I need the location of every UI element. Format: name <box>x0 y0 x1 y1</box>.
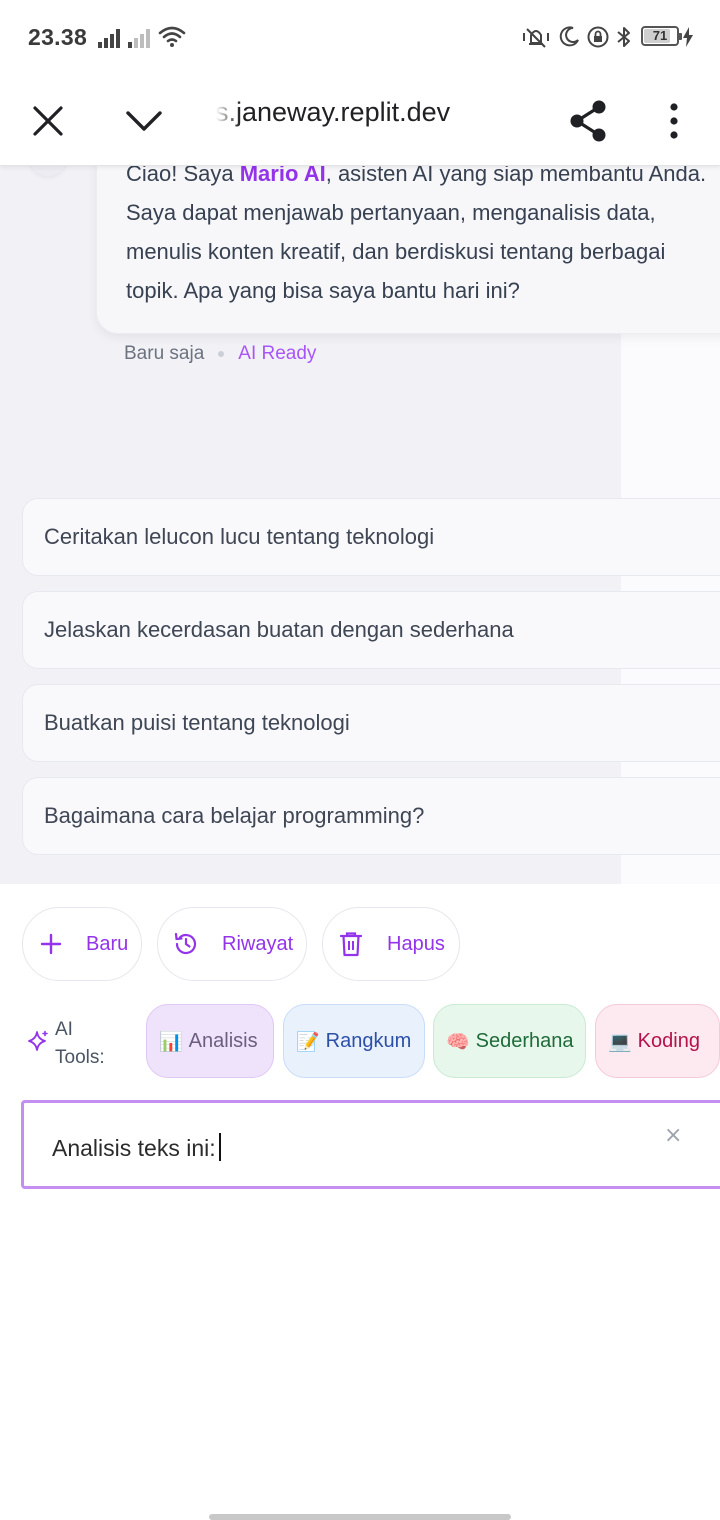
ai-tools-label: AI Tools: <box>55 1019 105 1068</box>
battery-icon: 71 <box>641 26 682 46</box>
ai-message-line-3: menulis konten kreatif, dan berdiskusi t… <box>126 239 666 264</box>
sparkle-icon <box>27 1030 49 1057</box>
bluetooth-icon <box>614 25 634 54</box>
browser-toolbar: s.janeway.replit.dev <box>0 76 720 166</box>
close-icon <box>33 106 63 136</box>
text-caret <box>218 1133 221 1161</box>
tool-chip-label: Koding <box>637 1029 700 1052</box>
wifi-icon <box>158 26 186 53</box>
ai-message-text: Ciao! Saya Mario AI, asisten AI yang sia… <box>126 154 720 310</box>
tool-chip-label: Rangkum <box>325 1029 412 1052</box>
tool-chip-koding[interactable]: 💻 Koding <box>595 1004 720 1078</box>
url-text[interactable]: s.janeway.replit.dev <box>215 94 545 130</box>
message-input[interactable]: Analisis teks ini: × <box>21 1100 720 1189</box>
suggestion-item[interactable]: Ceritakan lelucon lucu tentang teknologi <box>22 498 720 576</box>
charging-icon <box>682 27 694 52</box>
signal-weak-icon <box>128 28 154 53</box>
close-tab-button[interactable] <box>18 91 78 151</box>
brain-emoji-icon: 🧠 <box>446 1030 470 1053</box>
ai-message-line-2: Saya dapat menjawab pertanyaan, menganal… <box>126 200 656 225</box>
trash-icon <box>337 930 365 958</box>
url-fade <box>210 90 240 134</box>
lock-rotation-icon <box>586 25 610 54</box>
moon-icon <box>557 25 581 54</box>
tool-chip-label: Sederhana <box>475 1029 574 1052</box>
history-label: Riwayat <box>222 932 294 955</box>
vibrate-icon <box>521 25 551 54</box>
battery-percent: 71 <box>652 28 668 43</box>
signal-icon <box>98 28 124 53</box>
status-bar: 23.38 71 <box>0 0 720 76</box>
clear-chat-label: Hapus <box>387 932 445 955</box>
clear-chat-button[interactable]: Hapus <box>322 907 460 981</box>
ai-message-line-4: topik. Apa yang bisa saya bantu hari ini… <box>126 278 520 303</box>
tool-chip-label: Analisis <box>188 1029 258 1052</box>
tool-chip-sederhana[interactable]: 🧠 Sederhana <box>433 1004 586 1078</box>
more-options-button[interactable] <box>644 91 704 151</box>
history-button[interactable]: Riwayat <box>157 907 307 981</box>
suggestion-item[interactable]: Jelaskan kecerdasan buatan dengan sederh… <box>22 591 720 669</box>
message-meta: Baru saja AI Ready <box>124 343 316 365</box>
chevron-down-icon <box>126 111 162 131</box>
home-indicator[interactable] <box>209 1514 511 1520</box>
web-page: Ciao! Saya Mario AI, asisten AI yang sia… <box>0 136 720 1520</box>
history-icon <box>172 930 200 958</box>
status-time: 23.38 <box>28 24 88 50</box>
memo-emoji-icon: 📝 <box>296 1030 320 1053</box>
clear-input-button[interactable]: × <box>664 1123 682 1148</box>
tool-chip-analisis[interactable]: 📊 Analisis <box>146 1004 274 1078</box>
ai-status: AI Ready <box>238 343 317 364</box>
app-root: 23.38 71 s.janeway.replit.dev Ciao! Saya… <box>0 0 720 1520</box>
meta-separator <box>218 351 225 357</box>
new-chat-button[interactable]: Baru <box>22 907 142 981</box>
suggestion-item[interactable]: Bagaimana cara belajar programming? <box>22 777 720 855</box>
share-button[interactable] <box>558 91 618 151</box>
plus-icon <box>37 930 65 958</box>
more-vertical-icon <box>670 103 678 139</box>
message-input-value[interactable]: Analisis teks ini: <box>52 1133 221 1162</box>
laptop-emoji-icon: 💻 <box>608 1030 632 1053</box>
chart-emoji-icon: 📊 <box>159 1030 183 1053</box>
message-timestamp: Baru saja <box>124 343 205 364</box>
share-icon <box>570 100 606 142</box>
tool-chip-rangkum[interactable]: 📝 Rangkum <box>283 1004 425 1078</box>
suggestion-item[interactable]: Buatkan puisi tentang teknologi <box>22 684 720 762</box>
new-chat-label: Baru <box>86 932 129 955</box>
minimize-button[interactable] <box>114 91 174 151</box>
